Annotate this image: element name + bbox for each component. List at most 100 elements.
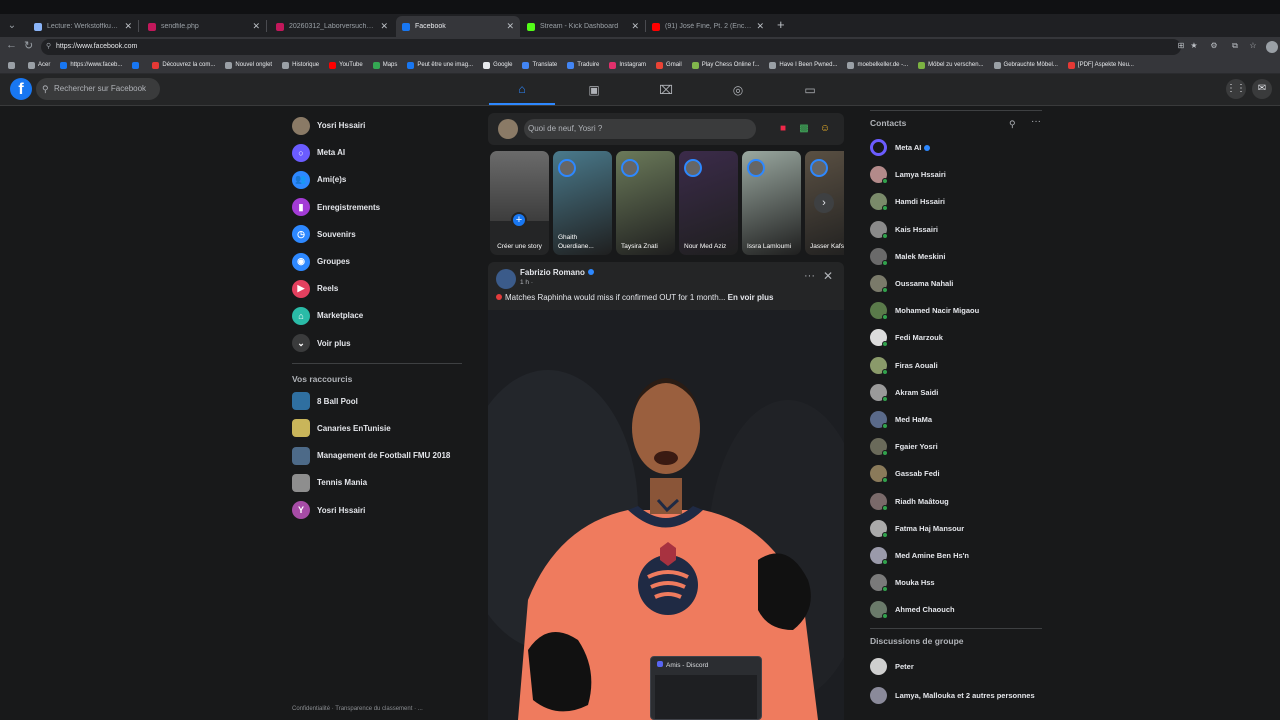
contact-item[interactable]: Med Amine Ben Hs'n (866, 542, 1046, 569)
bookmark-item[interactable]: YouTube (329, 61, 363, 69)
browser-tab[interactable]: 20260312_Laborversuche_WK_AE.p... ✕ (270, 16, 394, 37)
browser-tab[interactable]: Facebook ✕ (396, 16, 520, 37)
contact-item[interactable]: Fedi Marzouk (866, 324, 1046, 351)
composer-input[interactable]: Quoi de neuf, Yosri ? (524, 119, 756, 139)
sidebar-item[interactable]: ⌄ Voir plus (286, 330, 466, 357)
contact-item[interactable]: Firas Aouali (866, 352, 1046, 379)
post-author[interactable]: Fabrizio Romano (520, 268, 594, 277)
shortcut-item[interactable]: 8 Ball Pool (286, 388, 466, 415)
post-timestamp[interactable]: 1 h · (520, 279, 533, 286)
extensions-puzzle-icon[interactable]: ⧉ (1230, 41, 1240, 51)
more-options-icon[interactable]: ··· (1031, 116, 1041, 127)
footer-links[interactable]: Confidentialité · Transparence du classe… (292, 706, 462, 712)
contact-item[interactable]: Fgaier Yosri (866, 433, 1046, 460)
video-icon[interactable]: ▣ (561, 74, 627, 105)
gaming-icon[interactable]: ▭ (777, 74, 843, 105)
sidebar-item[interactable]: ◉ Groupes (286, 248, 466, 275)
contact-item[interactable]: Oussama Nahali (866, 270, 1046, 297)
contact-item[interactable]: Kais Hssairi (866, 216, 1046, 243)
sidebar-item[interactable]: ▶ Reels (286, 275, 466, 302)
sidebar-item[interactable]: ▮ Enregistrements (286, 194, 466, 221)
contact-item[interactable]: Riadh Maâtoug (866, 487, 1046, 514)
feeling-icon[interactable]: ☺ (818, 122, 832, 136)
bookmark-item[interactable]: Historique (282, 61, 319, 69)
bookmark-item[interactable]: Acer (28, 61, 50, 69)
contact-item[interactable]: Fatma Haj Mansour (866, 515, 1046, 542)
bookmark-item[interactable]: Peut être une imag... (407, 61, 473, 69)
discord-preview-popup[interactable]: Amis - Discord (650, 656, 762, 720)
groups-icon[interactable]: ◎ (705, 74, 771, 105)
tab-close-icon[interactable]: ✕ (252, 21, 260, 32)
contact-item[interactable]: Med HaMa (866, 406, 1046, 433)
bookmark-item[interactable]: Nouvel onglet (225, 61, 272, 69)
contact-item[interactable]: Gassab Fedi (866, 460, 1046, 487)
photo-icon[interactable]: ▩ (797, 122, 811, 136)
story-card[interactable]: Taysira Znati (616, 151, 675, 255)
contact-item[interactable]: Malek Meskini (866, 243, 1046, 270)
sidebar-item[interactable]: ⌂ Marketplace (286, 302, 466, 329)
facebook-search-input[interactable]: ⚲ Rechercher sur Facebook (36, 78, 160, 100)
url-input[interactable]: ⚲ https://www.facebook.com (41, 39, 1181, 55)
contact-item[interactable]: Akram Saidi (866, 379, 1046, 406)
bookmarks-menu-icon[interactable] (8, 61, 18, 69)
search-icon[interactable]: ⚲ (1009, 119, 1016, 130)
close-icon[interactable]: ✕ (823, 269, 833, 283)
bookmark-item[interactable]: Traduire (567, 61, 599, 69)
bookmark-item[interactable]: Have I Been Pwned... (769, 61, 837, 69)
contact-item[interactable]: Hamdi Hssairi (866, 188, 1046, 215)
contact-item[interactable]: Ahmed Chaouch (866, 596, 1046, 623)
post-author-name[interactable]: Fabrizio Romano (520, 268, 585, 277)
bookmark-item[interactable]: Google (483, 61, 512, 69)
sidebar-item[interactable]: ◷ Souvenirs (286, 221, 466, 248)
bookmark-item[interactable]: Möbel zu verschen... (918, 61, 984, 69)
favorites-icon[interactable]: ☆ (1248, 41, 1258, 51)
shortcut-item[interactable]: Canaries EnTunisie (286, 415, 466, 442)
post-author-avatar[interactable] (496, 269, 516, 289)
bookmark-item[interactable]: [PDF] Aspekte Neu... (1067, 61, 1134, 69)
contact-item[interactable]: Mohamed Nacir Migaou (866, 297, 1046, 324)
menu-grid-icon[interactable]: ⋮⋮ (1226, 79, 1246, 99)
avatar[interactable] (498, 119, 518, 139)
bookmark-item[interactable]: Gmail (656, 61, 682, 69)
profile-avatar[interactable] (1266, 41, 1278, 53)
bookmark-item[interactable]: Maps (372, 61, 397, 69)
shortcut-item[interactable]: Management de Football FMU 2018 (286, 442, 466, 469)
bookmark-item[interactable]: Instagram (609, 61, 646, 69)
bookmark-item[interactable]: Translate (522, 61, 557, 69)
browser-tab[interactable]: Stream - Kick Dashboard ✕ (521, 16, 645, 37)
tab-close-icon[interactable]: ✕ (124, 21, 132, 32)
new-tab-button[interactable]: + (777, 17, 785, 32)
stories-next-button[interactable]: › (814, 193, 834, 213)
post-more-icon[interactable]: ··· (804, 270, 815, 282)
browser-tab[interactable]: sendfile.php ✕ (142, 16, 266, 37)
shortcut-item[interactable]: Y Yosri Hssairi (286, 496, 466, 523)
bookmark-star-icon[interactable]: ★ (1189, 41, 1199, 51)
bookmark-item[interactable]: https://www.faceb... (60, 61, 122, 69)
story-card[interactable]: Ghaith Ouerdiane... (553, 151, 612, 255)
group-chat-item[interactable]: Peter (866, 652, 1046, 681)
bookmark-item[interactable]: Gebrauchte Möbel... (993, 61, 1058, 69)
facebook-logo[interactable]: f (10, 78, 32, 100)
home-icon[interactable]: ⌂ (489, 74, 555, 105)
tab-close-icon[interactable]: ✕ (506, 21, 514, 32)
browser-tab[interactable]: Lecture: Werkstoffkunde (AE) - Fi...✕ (28, 16, 138, 37)
shortcut-item[interactable]: Tennis Mania (286, 469, 466, 496)
contact-item[interactable]: Mouka Hss (866, 569, 1046, 596)
bookmark-item[interactable]: Play Chess Online f... (691, 61, 759, 69)
create-story-card[interactable]: + Créer une story (490, 151, 549, 255)
group-chat-item[interactable]: Lamya, Mallouka et 2 autres personnes (866, 681, 1046, 710)
install-app-icon[interactable]: ⊞ (1176, 41, 1186, 51)
contact-item[interactable]: Meta AI (866, 134, 1046, 161)
sidebar-item[interactable]: ○ Meta AI (286, 139, 466, 166)
browser-tab[interactable]: (91) José Fine, Pt. 2 (Enchaîne...✕ (646, 16, 770, 37)
tab-close-icon[interactable]: ✕ (631, 21, 639, 32)
story-card[interactable]: Nour Med Aziz (679, 151, 738, 255)
contact-item[interactable]: Lamya Hssairi (866, 161, 1046, 188)
see-more-link[interactable]: En voir plus (728, 293, 774, 302)
story-card[interactable]: Issra Lamloumi (742, 151, 801, 255)
tab-close-icon[interactable]: ✕ (380, 21, 388, 32)
bookmark-item[interactable] (132, 61, 142, 69)
sidebar-item[interactable]: 👥 Ami(e)s (286, 166, 466, 193)
bookmark-item[interactable]: Découvrez la com... (152, 61, 215, 69)
tab-search-icon[interactable]: ⌄ (4, 18, 20, 34)
